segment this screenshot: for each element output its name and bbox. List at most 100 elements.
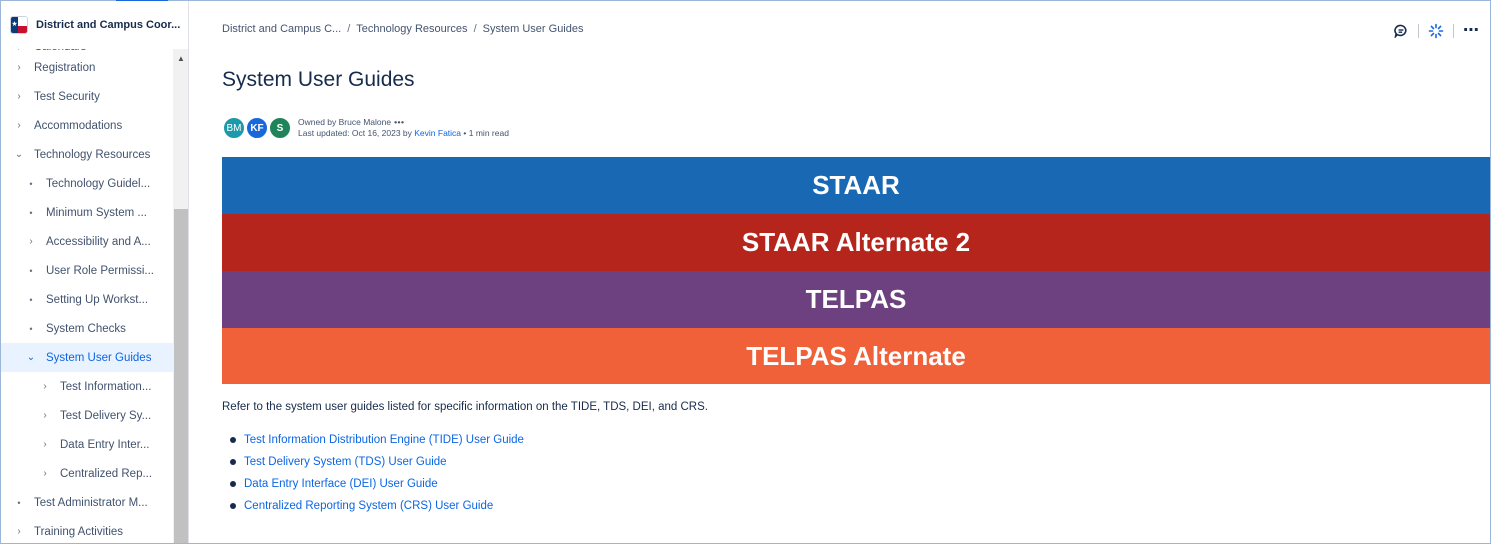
avatar[interactable]: BM xyxy=(222,116,246,140)
sidebar-item-label: Technology Guidel... xyxy=(46,177,151,190)
sidebar-item-system-checks[interactable]: • System Checks xyxy=(1,314,173,343)
last-updated-text: Last updated: Oct 16, 2023 by xyxy=(298,128,412,138)
breadcrumb-separator: / xyxy=(347,23,351,35)
contributor-avatars[interactable]: BM KF S xyxy=(222,115,296,141)
chevron-right-icon[interactable]: › xyxy=(39,381,51,392)
sidebar-item-label: Registration xyxy=(34,61,96,74)
bullet-icon xyxy=(230,503,236,509)
sidebar-item-label: Technology Resources xyxy=(34,148,151,161)
sidebar-scrollbar[interactable]: ▲ xyxy=(173,49,188,543)
space-header[interactable]: ★ District and Campus Coor... xyxy=(1,1,188,49)
owner-text: Owned by Bruce Malone xyxy=(298,117,392,127)
bullet-icon: • xyxy=(29,265,33,276)
avatar[interactable]: S xyxy=(268,116,292,140)
sidebar-item-label: User Role Permissi... xyxy=(46,264,154,277)
sidebar-item-user-role-permissions[interactable]: • User Role Permissi... xyxy=(1,256,173,285)
owner-more-icon[interactable]: ••• xyxy=(394,117,404,127)
sidebar-item-label: Test Delivery Sy... xyxy=(60,409,152,422)
byline-text: Owned by Bruce Malone ••• Last updated: O… xyxy=(298,117,509,139)
sidebar-item-minimum-system[interactable]: • Minimum System ... xyxy=(1,198,173,227)
divider xyxy=(1453,24,1454,38)
bullet-icon: • xyxy=(29,294,33,305)
sidebar-item-test-security[interactable]: › Test Security xyxy=(1,82,173,111)
sidebar-item-label: Training Activities xyxy=(34,525,124,538)
banner-staar: STAAR xyxy=(222,157,1490,214)
breadcrumb-item-space[interactable]: District and Campus C... xyxy=(222,23,341,35)
guide-links-list: Test Information Distribution Engine (TI… xyxy=(230,429,524,517)
chevron-right-icon[interactable]: › xyxy=(13,91,25,102)
read-time: • 1 min read xyxy=(463,128,509,138)
chevron-right-icon[interactable]: › xyxy=(13,526,25,537)
updated-by-link[interactable]: Kevin Fatica xyxy=(414,128,461,138)
chevron-right-icon[interactable]: › xyxy=(39,468,51,479)
list-item: Test Delivery System (TDS) User Guide xyxy=(230,451,524,473)
bullet-icon: • xyxy=(17,497,21,508)
sidebar-item-test-delivery[interactable]: › Test Delivery Sy... xyxy=(1,401,173,430)
sidebar-item-setting-up-workstations[interactable]: • Setting Up Workst... xyxy=(1,285,173,314)
loading-spinner-icon[interactable] xyxy=(1425,21,1447,41)
breadcrumb-separator: / xyxy=(473,23,477,35)
chevron-down-icon[interactable]: ⌄ xyxy=(13,149,25,160)
bullet-icon xyxy=(230,437,236,443)
tide-user-guide-link[interactable]: Test Information Distribution Engine (TI… xyxy=(244,434,524,446)
bullet-icon: • xyxy=(29,207,33,218)
breadcrumb-item-technology-resources[interactable]: Technology Resources xyxy=(356,23,467,35)
list-item: Test Information Distribution Engine (TI… xyxy=(230,429,524,451)
dei-user-guide-link[interactable]: Data Entry Interface (DEI) User Guide xyxy=(244,478,438,490)
sidebar-item-label: Test Security xyxy=(34,90,100,103)
breadcrumb-item-current[interactable]: System User Guides xyxy=(483,23,584,35)
sidebar-item-label: Setting Up Workst... xyxy=(46,293,149,306)
sidebar-item-test-administrator[interactable]: • Test Administrator M... xyxy=(1,488,173,517)
sidebar-item-centralized-reporting[interactable]: › Centralized Rep... xyxy=(1,459,173,488)
page-actions: ⋯ xyxy=(1390,21,1482,41)
avatar[interactable]: KF xyxy=(245,116,269,140)
bullet-icon xyxy=(230,459,236,465)
page-tree: › Calendars › Registration › Test Securi… xyxy=(1,37,173,543)
sidebar-item-registration[interactable]: › Registration xyxy=(1,53,173,82)
sidebar-item-label: System User Guides xyxy=(46,351,152,364)
banner-telpas: TELPAS xyxy=(222,271,1490,328)
page-byline: BM KF S Owned by Bruce Malone ••• Last up… xyxy=(222,113,509,143)
banner-staar-alternate-2: STAAR Alternate 2 xyxy=(222,214,1490,271)
scrollbar-thumb[interactable] xyxy=(174,209,188,543)
page-title: System User Guides xyxy=(222,68,415,91)
divider xyxy=(1418,24,1419,38)
chevron-right-icon[interactable]: › xyxy=(39,410,51,421)
sidebar-item-label: Test Administrator M... xyxy=(34,496,148,509)
sidebar-item-label: Accommodations xyxy=(34,119,123,132)
bullet-icon: • xyxy=(29,323,33,334)
list-item: Data Entry Interface (DEI) User Guide xyxy=(230,473,524,495)
texas-flag-logo-icon: ★ xyxy=(10,16,28,34)
more-actions-icon[interactable]: ⋯ xyxy=(1460,21,1482,41)
chevron-right-icon[interactable]: › xyxy=(13,120,25,131)
banner-telpas-alternate: TELPAS Alternate xyxy=(222,328,1490,384)
program-banners: STAAR STAAR Alternate 2 TELPAS TELPAS Al… xyxy=(222,157,1490,384)
sidebar-item-training-activities[interactable]: › Training Activities xyxy=(1,517,173,543)
tds-user-guide-link[interactable]: Test Delivery System (TDS) User Guide xyxy=(244,456,447,468)
crs-user-guide-link[interactable]: Centralized Reporting System (CRS) User … xyxy=(244,500,493,512)
intro-paragraph: Refer to the system user guides listed f… xyxy=(222,401,708,413)
sidebar-item-label: Accessibility and A... xyxy=(46,235,151,248)
sidebar-item-label: Minimum System ... xyxy=(46,206,147,219)
sidebar-item-label: Centralized Rep... xyxy=(60,467,153,480)
chevron-down-icon[interactable]: ⌄ xyxy=(25,352,37,363)
sidebar-item-technology-resources[interactable]: ⌄ Technology Resources xyxy=(1,140,173,169)
list-item: Centralized Reporting System (CRS) User … xyxy=(230,495,524,517)
sidebar-item-label: System Checks xyxy=(46,322,126,335)
space-name[interactable]: District and Campus Coor... xyxy=(36,19,180,31)
sidebar-item-accessibility[interactable]: › Accessibility and A... xyxy=(1,227,173,256)
bullet-icon xyxy=(230,481,236,487)
sidebar-item-system-user-guides[interactable]: ⌄ System User Guides xyxy=(1,343,173,372)
chevron-right-icon[interactable]: › xyxy=(25,236,37,247)
sidebar-item-test-information[interactable]: › Test Information... xyxy=(1,372,173,401)
sidebar-item-technology-guidelines[interactable]: • Technology Guidel... xyxy=(1,169,173,198)
sidebar-item-accommodations[interactable]: › Accommodations xyxy=(1,111,173,140)
chevron-right-icon[interactable]: › xyxy=(13,62,25,73)
sidebar-item-label: Test Information... xyxy=(60,380,152,393)
comment-icon[interactable] xyxy=(1390,21,1412,41)
scroll-up-arrow-icon[interactable]: ▲ xyxy=(173,53,188,65)
chevron-right-icon[interactable]: › xyxy=(39,439,51,450)
sidebar-item-data-entry[interactable]: › Data Entry Inter... xyxy=(1,430,173,459)
sidebar: ★ District and Campus Coor... › Calendar… xyxy=(1,1,189,543)
bullet-icon: • xyxy=(29,178,33,189)
